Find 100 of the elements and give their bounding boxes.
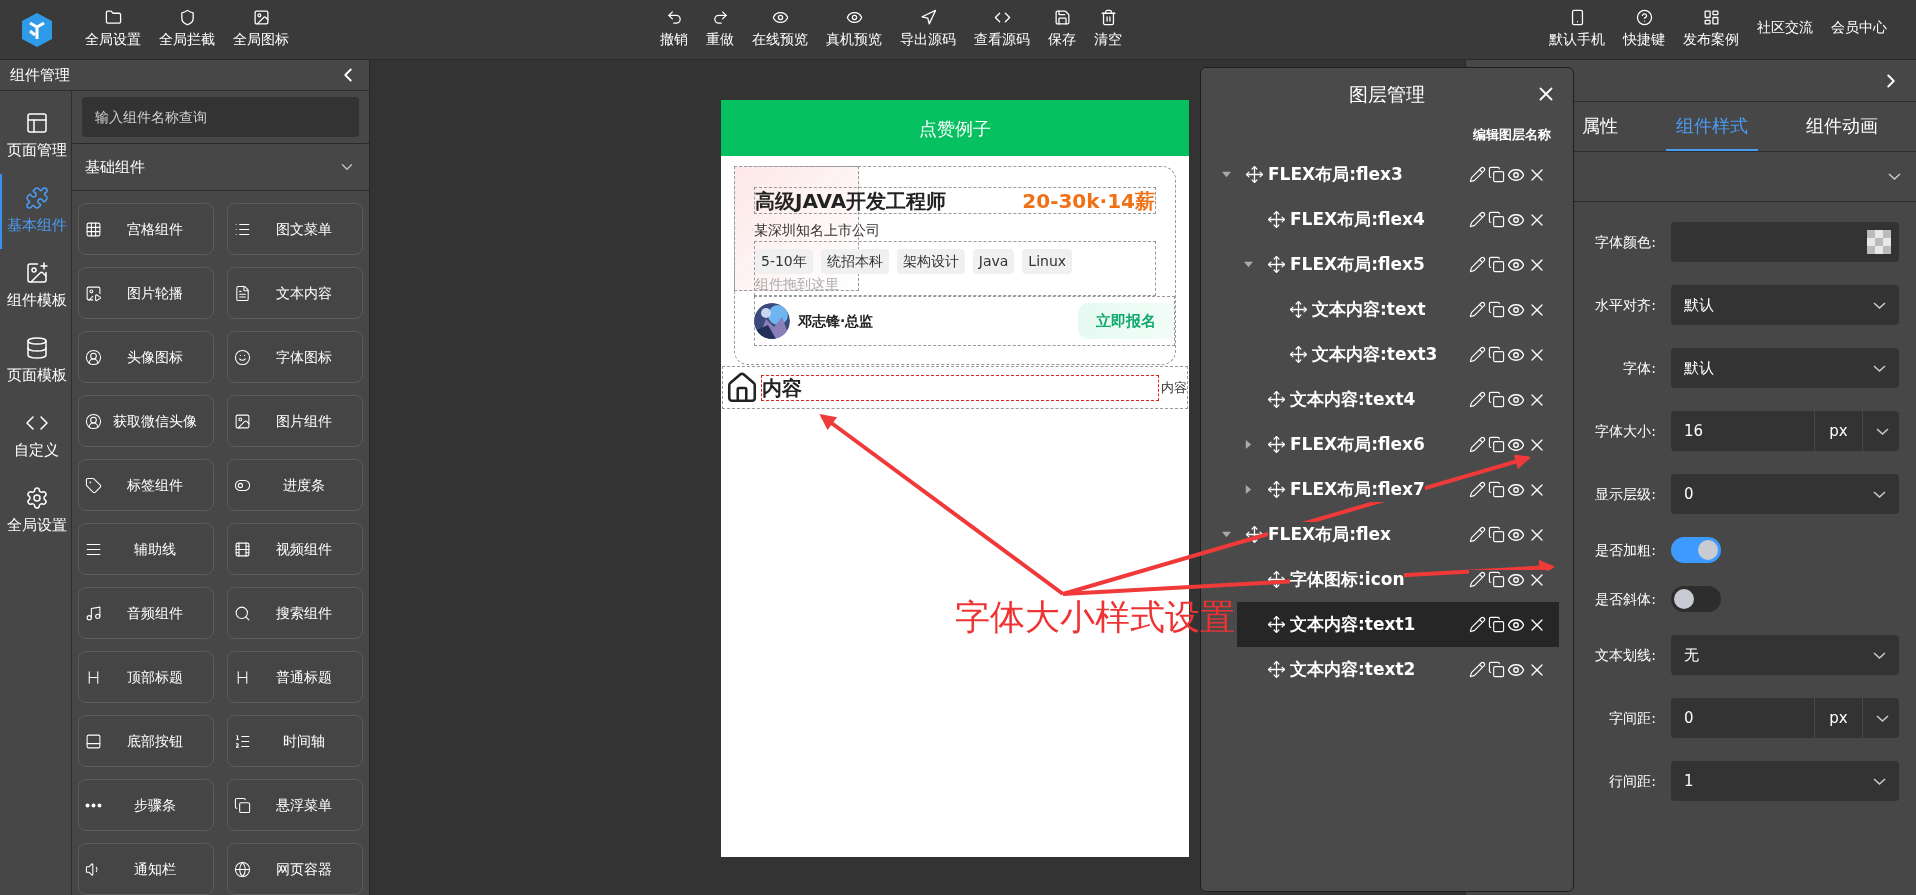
component-button[interactable]: 普通标题: [227, 651, 363, 703]
layer-row[interactable]: 字体图标:icon: [1237, 557, 1559, 602]
layer-row[interactable]: 文本内容:text1: [1237, 602, 1559, 647]
pencil-icon[interactable]: [1469, 661, 1486, 678]
component-button[interactable]: 宫格组件: [78, 203, 214, 255]
layer-row[interactable]: FLEX布局:flex7: [1237, 467, 1559, 512]
copy-icon[interactable]: [1488, 391, 1505, 408]
move-icon[interactable]: [1245, 165, 1264, 184]
toolbar-button[interactable]: 清空: [1085, 0, 1131, 60]
layer-row[interactable]: 文本内容:text2: [1237, 647, 1559, 692]
caret-icon[interactable]: [1243, 260, 1253, 269]
copy-icon[interactable]: [1488, 301, 1505, 318]
select-field[interactable]: 无: [1671, 635, 1899, 675]
toolbar-link[interactable]: 会员中心: [1822, 0, 1896, 58]
toolbar-button[interactable]: 导出源码: [891, 0, 965, 60]
move-icon[interactable]: [1267, 660, 1286, 679]
toggle-switch[interactable]: [1671, 586, 1721, 612]
component-button[interactable]: 底部按钮: [78, 715, 214, 767]
move-icon[interactable]: [1289, 345, 1308, 364]
toggle-switch[interactable]: [1671, 537, 1721, 563]
layer-row[interactable]: FLEX布局:flex6: [1237, 422, 1559, 467]
pencil-icon[interactable]: [1469, 436, 1486, 453]
component-button[interactable]: 图文菜单: [227, 203, 363, 255]
layer-row[interactable]: 文本内容:text4: [1237, 377, 1559, 422]
toolbar-button[interactable]: 保存: [1039, 0, 1085, 60]
pencil-icon[interactable]: [1469, 256, 1486, 273]
edit-name-link[interactable]: 编辑图层名称: [1473, 125, 1551, 145]
rail-tab[interactable]: 全局设置: [0, 474, 71, 549]
caret-icon[interactable]: [1243, 485, 1253, 494]
copy-icon[interactable]: [1488, 256, 1505, 273]
rail-tab[interactable]: 组件模板: [0, 249, 71, 324]
select-field[interactable]: 0: [1671, 474, 1899, 514]
tab[interactable]: 属性: [1572, 101, 1628, 151]
component-button[interactable]: 悬浮菜单: [227, 779, 363, 831]
component-button[interactable]: 文本内容: [227, 267, 363, 319]
pencil-icon[interactable]: [1469, 211, 1486, 228]
number-field[interactable]: 16: [1671, 411, 1815, 451]
copy-icon[interactable]: [1488, 616, 1505, 633]
move-icon[interactable]: [1289, 300, 1308, 319]
unit-select[interactable]: px: [1815, 411, 1899, 451]
copy-icon[interactable]: [1488, 481, 1505, 498]
component-button[interactable]: 图片轮播: [78, 267, 214, 319]
select-field[interactable]: 默认: [1671, 348, 1899, 388]
rail-tab[interactable]: 页面管理: [0, 99, 71, 174]
toolbar-button[interactable]: 撤销: [651, 0, 697, 60]
move-icon[interactable]: [1267, 255, 1286, 274]
rail-tab[interactable]: 自定义: [0, 399, 71, 474]
copy-icon[interactable]: [1488, 526, 1505, 543]
toolbar-button[interactable]: 全局设置: [76, 0, 150, 60]
copy-icon[interactable]: [1488, 211, 1505, 228]
color-field[interactable]: [1671, 222, 1899, 262]
move-icon[interactable]: [1267, 390, 1286, 409]
component-button[interactable]: 网页容器: [227, 843, 363, 895]
toolbar-button[interactable]: 快捷键: [1614, 0, 1674, 60]
pencil-icon[interactable]: [1469, 301, 1486, 318]
component-button[interactable]: 时间轴: [227, 715, 363, 767]
select-field[interactable]: 默认: [1671, 285, 1899, 325]
toolbar-button[interactable]: 全局图标: [224, 0, 298, 60]
component-button[interactable]: 视频组件: [227, 523, 363, 575]
copy-icon[interactable]: [1488, 571, 1505, 588]
layer-row[interactable]: 文本内容:text: [1237, 287, 1559, 332]
pencil-icon[interactable]: [1469, 616, 1486, 633]
number-field[interactable]: 0: [1671, 698, 1815, 738]
toolbar-button[interactable]: 默认手机: [1540, 0, 1614, 60]
copy-icon[interactable]: [1488, 346, 1505, 363]
search-field[interactable]: 输入组件名称查询: [82, 97, 359, 137]
layer-row[interactable]: FLEX布局:flex4: [1237, 197, 1559, 242]
layer-row[interactable]: 文本内容:text3: [1237, 332, 1559, 377]
category-header[interactable]: 基础组件: [72, 143, 369, 191]
pencil-icon[interactable]: [1469, 166, 1486, 183]
rail-tab[interactable]: 页面模板: [0, 324, 71, 399]
toolbar-button[interactable]: 在线预览: [743, 0, 817, 60]
move-icon[interactable]: [1267, 570, 1286, 589]
component-button[interactable]: 图片组件: [227, 395, 363, 447]
move-icon[interactable]: [1267, 480, 1286, 499]
tab[interactable]: 组件动画: [1796, 101, 1888, 151]
component-button[interactable]: 辅助线: [78, 523, 214, 575]
pencil-icon[interactable]: [1469, 346, 1486, 363]
pencil-icon[interactable]: [1469, 571, 1486, 588]
copy-icon[interactable]: [1488, 436, 1505, 453]
toolbar-button[interactable]: 查看源码: [965, 0, 1039, 60]
copy-icon[interactable]: [1488, 166, 1505, 183]
component-button[interactable]: 头像图标: [78, 331, 214, 383]
toolbar-button[interactable]: 全局拦截: [150, 0, 224, 60]
toolbar-button[interactable]: 真机预览: [817, 0, 891, 60]
pencil-icon[interactable]: [1469, 481, 1486, 498]
caret-icon[interactable]: [1221, 170, 1231, 179]
move-icon[interactable]: [1267, 435, 1286, 454]
layer-row[interactable]: FLEX布局:flex3: [1201, 152, 1559, 197]
toolbar-link[interactable]: 社区交流: [1748, 0, 1822, 58]
caret-icon[interactable]: [1221, 530, 1231, 539]
component-button[interactable]: 字体图标: [227, 331, 363, 383]
component-button[interactable]: 进度条: [227, 459, 363, 511]
toolbar-button[interactable]: 发布案例: [1674, 0, 1748, 60]
component-button[interactable]: 音频组件: [78, 587, 214, 639]
layer-row[interactable]: FLEX布局:flex: [1201, 512, 1559, 557]
component-button[interactable]: 通知栏: [78, 843, 214, 895]
unit-select[interactable]: px: [1815, 698, 1899, 738]
pencil-icon[interactable]: [1469, 391, 1486, 408]
copy-icon[interactable]: [1488, 661, 1505, 678]
